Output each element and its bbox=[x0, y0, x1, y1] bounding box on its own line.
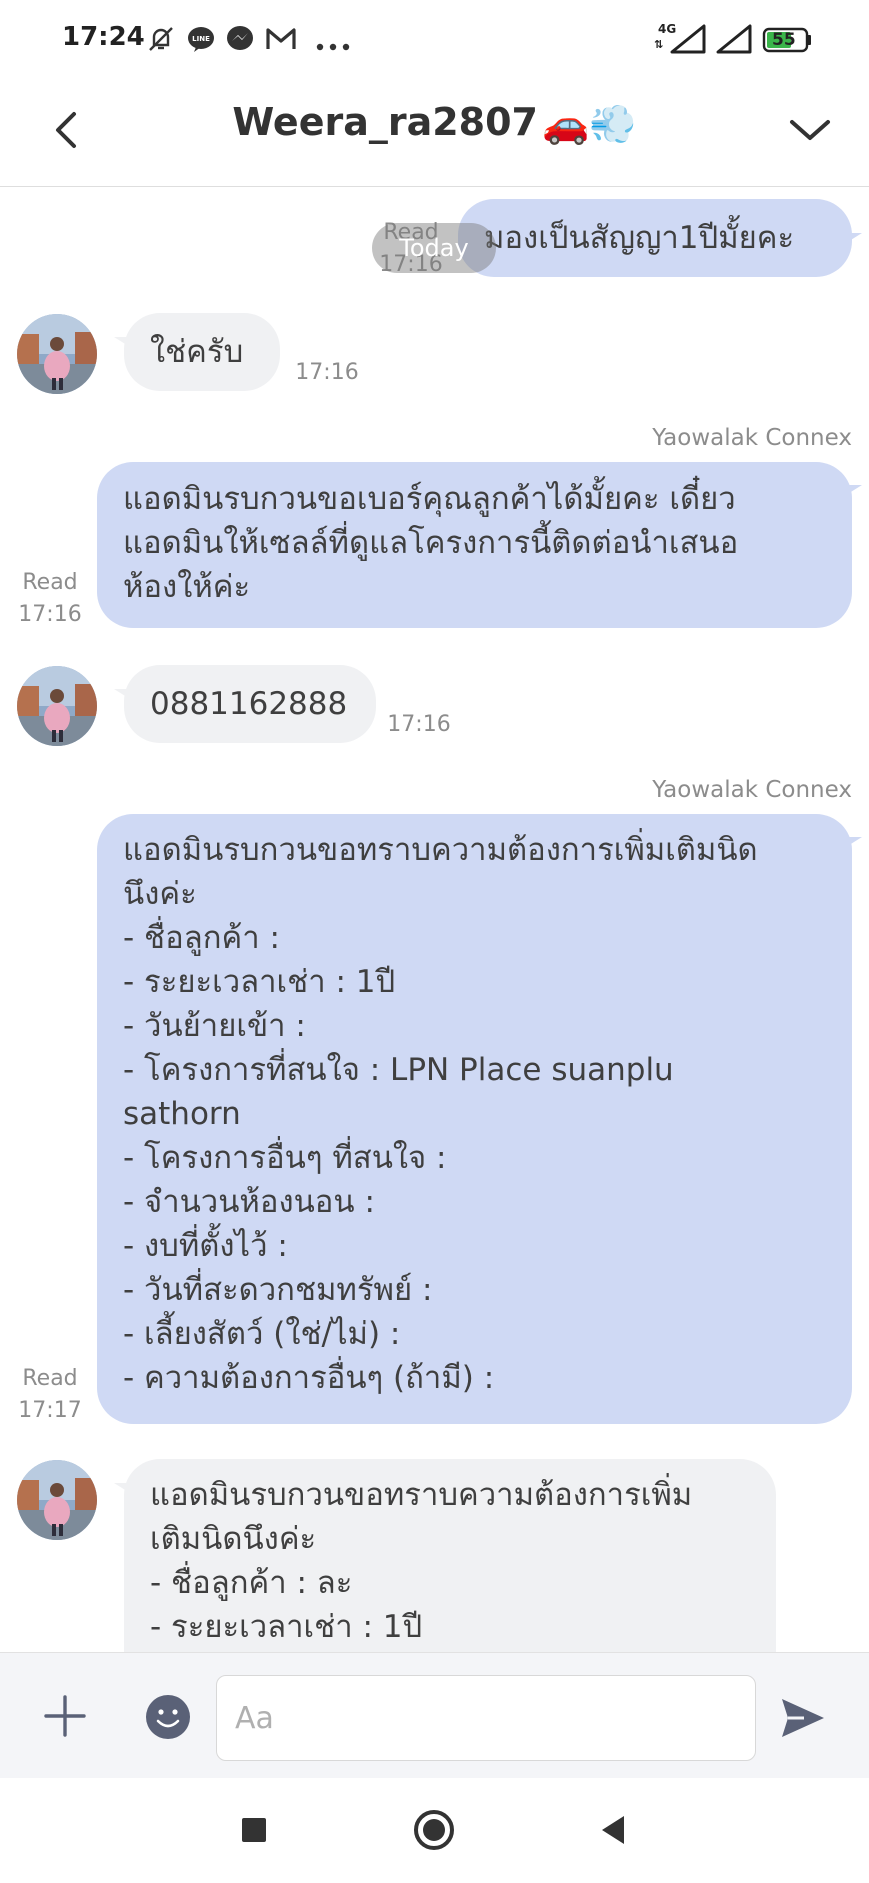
status-bar: 17:24 LINE 4G ⇅ 55 bbox=[0, 0, 869, 78]
data-arrows-icon: ⇅ bbox=[654, 38, 664, 51]
message-text: - งบที่ตั้งไว้ : bbox=[123, 1228, 288, 1264]
send-button[interactable] bbox=[778, 1693, 828, 1743]
recents-button[interactable] bbox=[232, 1808, 276, 1852]
message-text: แอดมินรบกวนขอทราบความต้องการเพิ่ม bbox=[150, 1477, 693, 1513]
chevron-down-icon bbox=[790, 120, 830, 140]
message-list[interactable]: มองเป็นสัญญา1ปีมั้ยคะ Read 17:16 Today ใ… bbox=[0, 187, 869, 1652]
message-text: 0881162888 bbox=[150, 686, 348, 722]
contact-avatar[interactable] bbox=[17, 1460, 97, 1540]
add-attachment-button[interactable] bbox=[40, 1691, 90, 1741]
more-dots-icon bbox=[316, 36, 350, 55]
gmail-icon bbox=[265, 24, 297, 58]
contact-avatar[interactable] bbox=[17, 666, 97, 746]
message-time: 17:16 bbox=[387, 712, 451, 737]
message-text: - วันที่สะดวกชมทรัพย์ : bbox=[123, 1272, 433, 1308]
message-text: - ความต้องการอื่นๆ (ถ้ามี) : bbox=[123, 1360, 495, 1396]
message-text: - จำนวนห้องนอน : bbox=[123, 1184, 375, 1220]
message-text: - ระยะเวลาเช่า : 1ปี bbox=[123, 964, 396, 1000]
message-input-wrapper bbox=[216, 1675, 756, 1761]
message-text: - วันย้ายเข้า : bbox=[123, 1008, 306, 1044]
messenger-icon bbox=[225, 24, 255, 58]
message-text: ห้องให้ค่ะ bbox=[123, 569, 251, 605]
message-text: - ชื่อลูกค้า : ละ bbox=[150, 1565, 353, 1601]
outgoing-message[interactable]: แอดมินรบกวนขอเบอร์คุณลูกค้าได้มั้ยคะ เดี… bbox=[97, 462, 852, 628]
message-composer bbox=[0, 1652, 869, 1778]
send-icon bbox=[782, 1699, 824, 1737]
outgoing-message[interactable]: มองเป็นสัญญา1ปีมั้ยคะ bbox=[458, 199, 852, 277]
line-app-icon: LINE bbox=[186, 24, 216, 58]
home-button[interactable] bbox=[412, 1808, 456, 1852]
status-time: 17:24 bbox=[62, 22, 145, 52]
incoming-message[interactable]: แอดมินรบกวนขอทราบความต้องการเพิ่ม เติมนิ… bbox=[124, 1459, 776, 1652]
emoji-icon bbox=[146, 1695, 190, 1739]
chat-title: Weera_ra2807 🚗💨 bbox=[0, 100, 869, 147]
message-input[interactable] bbox=[217, 1676, 755, 1760]
emoji-button[interactable] bbox=[144, 1693, 192, 1741]
message-text: - โครงการที่สนใจ : LPN Place suanplu bbox=[123, 1052, 674, 1088]
chat-header: Weera_ra2807 🚗💨 bbox=[0, 78, 869, 187]
message-time: 17:16 bbox=[295, 360, 359, 385]
home-circle-icon bbox=[414, 1810, 454, 1850]
message-text: - เลี้ยงสัตว์ (ใช่/ไม่) : bbox=[123, 1316, 401, 1352]
message-time: 17:16 bbox=[18, 602, 82, 627]
sender-name: Yaowalak Connex bbox=[652, 777, 852, 803]
svg-text:LINE: LINE bbox=[192, 35, 210, 43]
system-nav-bar bbox=[0, 1778, 869, 1883]
message-text: แอดมินให้เซลล์ที่ดูแลโครงการนี้ติดต่อนำเ… bbox=[123, 525, 739, 561]
message-text: แอดมินรบกวนขอทราบความต้องการเพิ่มเติมนิด bbox=[123, 832, 758, 868]
mute-bell-icon bbox=[146, 24, 176, 58]
read-receipt: Read bbox=[22, 570, 78, 595]
message-text: - ระยะเวลาเช่า : 1ปี bbox=[150, 1609, 423, 1645]
car-dash-emoji: 🚗💨 bbox=[542, 102, 637, 146]
chat-title-text: Weera_ra2807 bbox=[232, 100, 538, 144]
message-text: เติมนิดนึงค่ะ bbox=[150, 1521, 317, 1557]
chat-menu-button[interactable] bbox=[780, 100, 840, 160]
signal-icon bbox=[716, 24, 752, 58]
outgoing-message[interactable]: แอดมินรบกวนขอทราบความต้องการเพิ่มเติมนิด… bbox=[97, 814, 852, 1424]
sender-name: Yaowalak Connex bbox=[652, 425, 852, 451]
message-text: sathorn bbox=[123, 1096, 241, 1132]
incoming-message[interactable]: 0881162888 bbox=[124, 665, 376, 743]
message-time: 17:17 bbox=[18, 1398, 82, 1423]
plus-icon bbox=[44, 1695, 86, 1737]
message-meta: Read 17:16 bbox=[15, 567, 85, 631]
message-text: มองเป็นสัญญา1ปีมั้ยคะ bbox=[484, 220, 795, 256]
battery-level: 55 bbox=[772, 30, 796, 50]
contact-avatar[interactable] bbox=[17, 314, 97, 394]
message-meta: Read 17:17 bbox=[15, 1363, 85, 1427]
date-divider: Today bbox=[372, 223, 496, 273]
message-text: - โครงการอื่นๆ ที่สนใจ : bbox=[123, 1140, 447, 1176]
message-text: แอดมินรบกวนขอเบอร์คุณลูกค้าได้มั้ยคะ เดี… bbox=[123, 481, 736, 517]
back-triangle-icon bbox=[602, 1816, 624, 1844]
chat-screen: 17:24 LINE 4G ⇅ 55 Weera_ra2807 🚗💨 มองเป… bbox=[0, 0, 869, 1883]
message-text: นึงค่ะ bbox=[123, 876, 197, 912]
read-receipt: Read bbox=[22, 1366, 78, 1391]
incoming-message[interactable]: ใช่ครับ bbox=[124, 313, 280, 391]
message-text: ใช่ครับ bbox=[150, 334, 244, 370]
message-text: - ชื่อลูกค้า : bbox=[123, 920, 280, 956]
back-nav-button[interactable] bbox=[592, 1808, 636, 1852]
recents-square-icon bbox=[242, 1818, 266, 1842]
signal-icon bbox=[670, 24, 706, 58]
